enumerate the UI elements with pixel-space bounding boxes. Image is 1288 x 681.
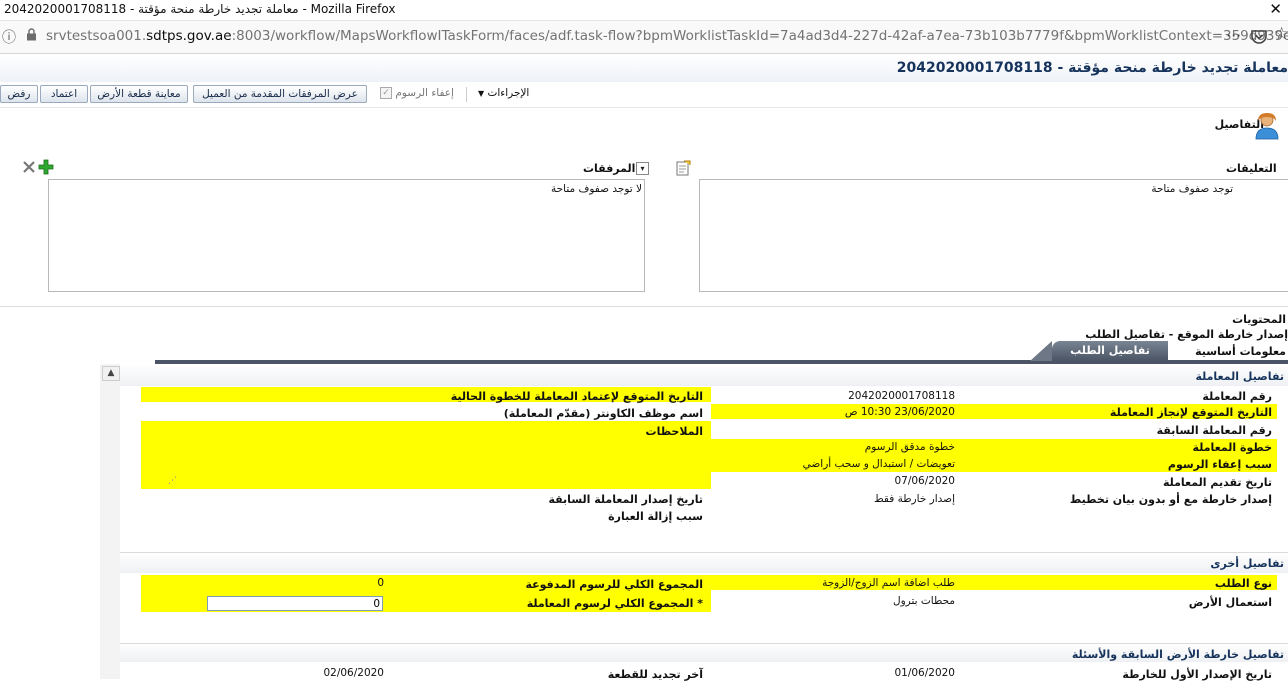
transaction-section-band [120, 364, 1288, 386]
transaction-step-value: خطوة مدقق الرسوم [864, 441, 955, 453]
removal-reason-label: سبب إزالة العبارة [608, 510, 703, 523]
resize-grip-icon[interactable]: ⋰ [168, 476, 177, 486]
tab-request-details[interactable]: تفاصيل الطلب [1052, 341, 1168, 361]
breadcrumb-text: إصدار خارطة الموقع - تفاصيل الطلب [1085, 328, 1288, 341]
chevron-down-icon: ▼ [478, 89, 485, 98]
add-icon[interactable] [38, 159, 54, 175]
attachments-label: المرفقات: [583, 162, 640, 175]
more-actions-icon[interactable]: ··· [1226, 26, 1241, 45]
highlight-request-type [711, 575, 1277, 590]
comments-label: التعليقات [1226, 162, 1277, 175]
prev-land-section-header: تفاصيل خارطة الأرض السابقة والأسئلة [1072, 648, 1284, 661]
toolbar-divider [466, 87, 467, 102]
fee-exemption-reason-label: سبب إعفاء الرسوم [1167, 458, 1272, 471]
bookmark-star-icon[interactable]: ☆ [1274, 24, 1288, 44]
highlight-notes [141, 421, 711, 489]
user-icon [1255, 113, 1279, 140]
contents-title: المحتويات [1232, 313, 1286, 326]
info-icon[interactable]: ⓘ [2, 27, 16, 47]
land-use-label: استعمال الأرض [1188, 596, 1272, 609]
actions-menu-label: الإجراءات [487, 87, 530, 99]
checkbox-icon[interactable]: ✓ [380, 87, 392, 99]
previous-issue-date-label: تاريخ إصدار المعاملة السابقة [548, 493, 703, 506]
page-title: معاملة تجديد خارطة منحة مؤقتة - 20420200… [896, 60, 1288, 76]
delete-icon[interactable] [22, 160, 36, 174]
notes-label: الملاحظات [645, 425, 703, 438]
attachments-empty-message: لا توجد صفوف متاحة [551, 183, 642, 195]
pocket-icon[interactable] [1250, 28, 1268, 46]
previous-transaction-label: رقم المعاملة السابقة [1156, 424, 1272, 437]
tab-basic-info[interactable]: معلومات أساسية [1176, 342, 1286, 362]
transaction-section-header: تفاصيل المعاملة [1195, 370, 1284, 383]
paid-total-value: 0 [377, 577, 384, 589]
fees-total-label: * المجموع الكلي لرسوم المعاملة [526, 597, 703, 610]
inspect-land-button[interactable]: معاينة قطعة الأرض [90, 85, 188, 103]
transaction-step-label: خطوة المعاملة [1192, 441, 1272, 454]
fee-exemption-reason-value: تعويضات / استبدال و سحب أراضي [802, 458, 955, 470]
paid-total-label: المجموع الكلي للرسوم المدفوعة [525, 578, 703, 591]
comments-empty-message: توجد صفوف متاحة [1151, 183, 1233, 195]
section-divider [0, 306, 1288, 307]
actions-menu[interactable]: ▼ الإجراءات [478, 87, 529, 99]
first-issue-value: 01/06/2020 [894, 667, 955, 679]
last-renewal-value: 02/06/2020 [323, 667, 384, 679]
transaction-number-value: 2042020001708118 [848, 390, 955, 402]
url-text[interactable]: srvtestsoa001.sdtps.gov.ae:8003/workflow… [46, 28, 1288, 44]
other-section-title: تفاصيل أخرى [1210, 557, 1284, 570]
transaction-section-title: تفاصيل المعاملة [1195, 370, 1284, 383]
reject-button[interactable]: رفض [0, 85, 38, 103]
expected-approval-label: التاريخ المتوقع لإعتماد المعاملة للخطوة … [450, 390, 703, 403]
map-issue-type-label: إصدار خارطة مع أو بدون بيان تخطيط [1069, 493, 1272, 506]
attachments-title: المرفقات: [583, 162, 640, 175]
attachments-table: لا توجد صفوف متاحة [48, 179, 645, 292]
land-use-value: محطات بترول [892, 595, 955, 607]
last-renewal-label: آخر تجديد للقطعة [607, 668, 703, 681]
scroll-up-arrow-icon[interactable]: ▲ [102, 366, 120, 381]
transaction-number-label: رقم المعاملة [1202, 390, 1272, 403]
map-issue-type-value: إصدار خارطة فقط [873, 493, 955, 505]
attachments-dropdown-icon[interactable]: ▾ [636, 162, 649, 175]
approve-button[interactable]: اعتماد [40, 85, 88, 103]
first-issue-label: تاريخ الإصدار الأول للخارطة [1122, 668, 1272, 681]
breadcrumb: إصدار خارطة الموقع - تفاصيل الطلب [1085, 328, 1288, 341]
lock-icon[interactable] [26, 28, 37, 41]
window-title: 2042020001708118 - معاملة تجديد خارطة من… [4, 2, 396, 16]
page-header: معاملة تجديد خارطة منحة مؤقتة - 20420200… [0, 54, 1288, 83]
prev-land-section-title: تفاصيل خارطة الأرض السابقة والأسئلة [1071, 648, 1284, 661]
submission-date-value: 07/06/2020 [894, 475, 955, 487]
tab-edge [1030, 341, 1052, 361]
fees-total-input[interactable] [207, 596, 383, 611]
comments-title: التعليقات [1226, 162, 1277, 175]
fee-exemption-label: إعفاء الرسوم [395, 87, 454, 99]
url-host: srvtestsoa001. [46, 28, 147, 44]
counter-employee-label: اسم موظف الكاونتر (مقدّم المعاملة) [503, 407, 703, 420]
actions-toolbar: رفض اعتماد معاينة قطعة الأرض عرض المرفقا… [0, 82, 1288, 108]
scrollbar-track[interactable] [100, 364, 121, 679]
add-comment-icon[interactable] [675, 160, 691, 176]
other-section-header: تفاصيل أخرى [1210, 557, 1284, 570]
other-section-band [120, 553, 1288, 573]
request-type-value: طلب اضافة اسم الزوج/الزوجة [822, 577, 955, 589]
comments-table: توجد صفوف متاحة [699, 179, 1288, 292]
request-type-label: نوع الطلب [1214, 577, 1272, 590]
window-title-bar: 2042020001708118 - معاملة تجديد خارطة من… [0, 0, 1288, 21]
view-attachments-button[interactable]: عرض المرفقات المقدمة من العميل [193, 85, 367, 103]
submission-date-label: تاريخ تقديم المعاملة [1162, 476, 1272, 489]
address-bar[interactable]: ⓘ srvtestsoa001.sdtps.gov.ae:8003/workfl… [0, 21, 1288, 54]
expected-completion-value: 23/06/2020 10:30 ص [844, 406, 955, 418]
fee-exemption-checkbox[interactable]: ✓ إعفاء الرسوم [380, 87, 454, 99]
close-window-icon[interactable]: ✕ [1269, 0, 1282, 18]
contents-heading: المحتويات [1232, 313, 1286, 326]
url-domain: sdtps.gov.ae [146, 28, 232, 44]
url-path: :8003/workflow/MapsWorkflowITaskForm/fac… [231, 28, 1288, 44]
expected-completion-label: التاريخ المتوقع لإنجاز المعاملة [1109, 406, 1272, 419]
